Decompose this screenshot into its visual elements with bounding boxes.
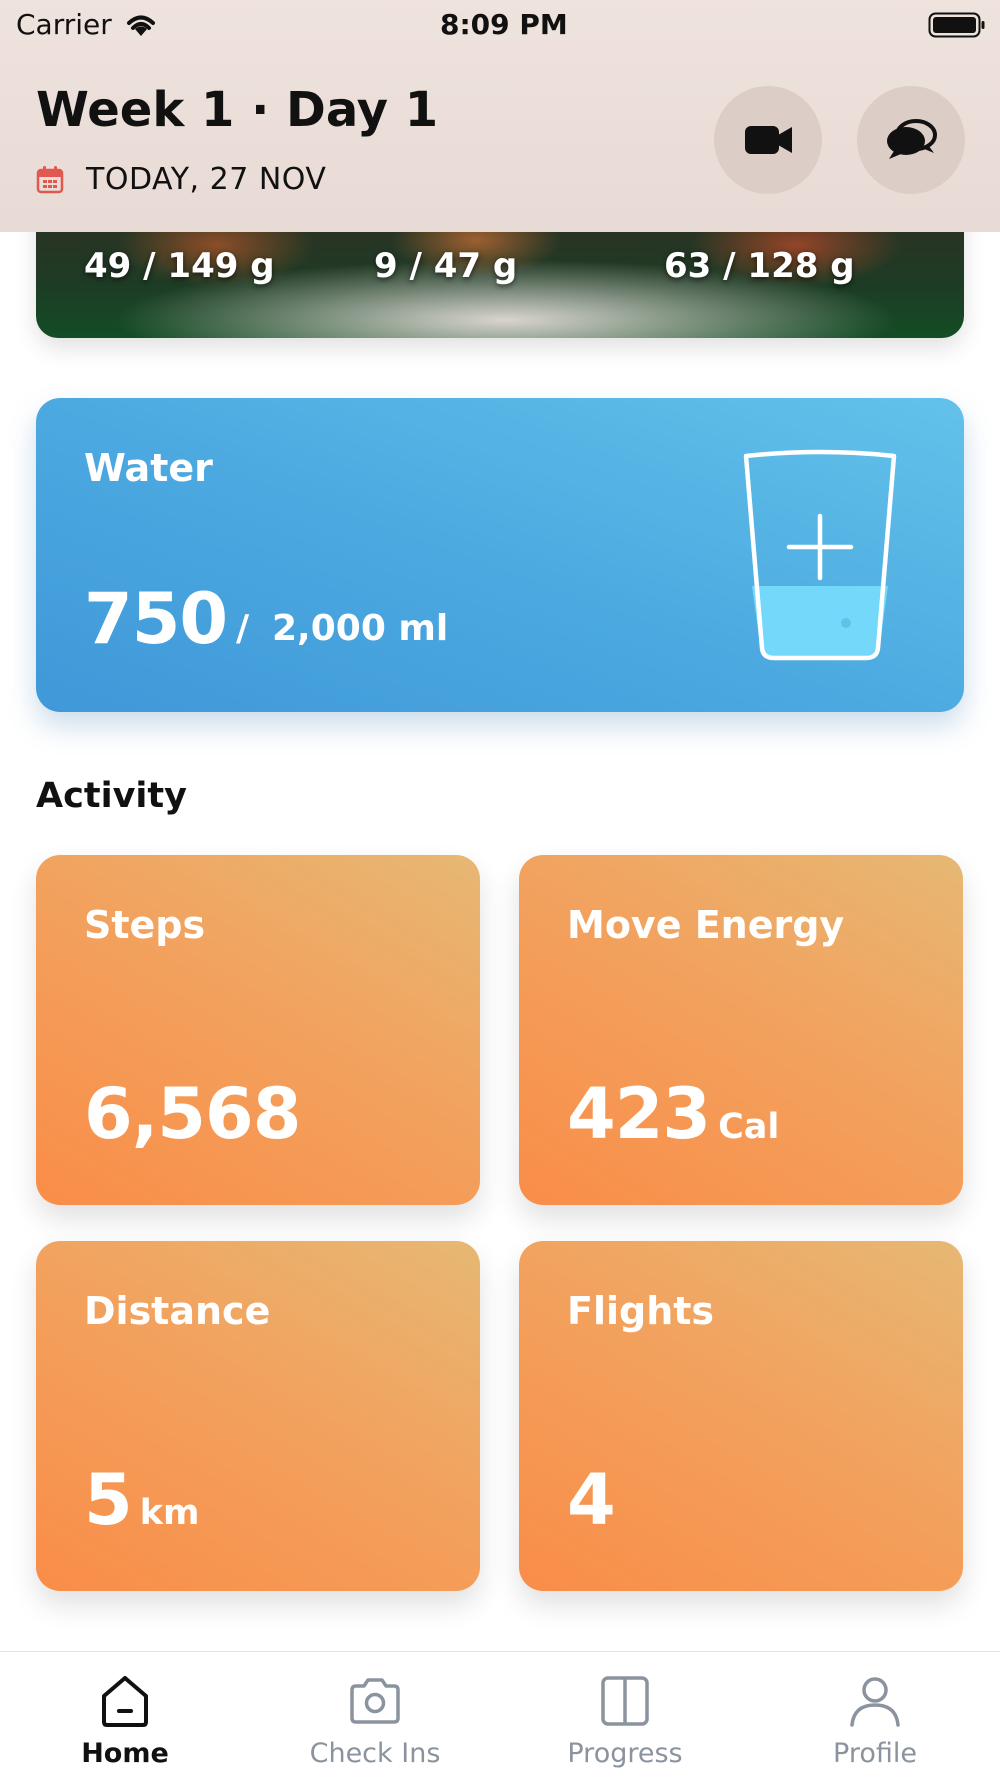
steps-value: 6,568 xyxy=(84,1073,301,1155)
scroll-content[interactable]: 49 / 149 g 9 / 47 g 63 / 128 g Water 750… xyxy=(0,0,1000,1778)
tab-home-label: Home xyxy=(81,1738,169,1769)
date-label: TODAY, 27 NOV xyxy=(86,162,327,197)
battery-icon xyxy=(928,12,985,38)
person-icon xyxy=(850,1677,900,1727)
macro-fat-value: 9 / 47 g xyxy=(374,246,518,286)
tab-check-ins[interactable]: Check Ins xyxy=(250,1666,500,1778)
steps-tile[interactable]: Steps 6,568 xyxy=(36,855,480,1205)
video-call-button[interactable] xyxy=(714,86,822,194)
status-carrier: Carrier xyxy=(16,8,112,41)
move-energy-value: 423 xyxy=(567,1073,711,1155)
move-energy-unit: Cal xyxy=(718,1107,780,1147)
steps-label: Steps xyxy=(84,903,206,947)
flights-value: 4 xyxy=(567,1459,616,1541)
split-panel-icon xyxy=(601,1676,649,1726)
tab-check-ins-label: Check Ins xyxy=(309,1738,441,1769)
wifi-icon xyxy=(127,15,155,36)
home-icon xyxy=(102,1676,148,1727)
header: Carrier 8:09 PM Week 1 · Day 1 TODAY, 27… xyxy=(0,0,1000,232)
chat-button[interactable] xyxy=(857,86,965,194)
water-card[interactable]: Water 750 / 2,000 ml xyxy=(36,398,964,712)
chat-bubbles-icon xyxy=(887,119,937,159)
water-glass-add-icon[interactable] xyxy=(740,448,900,664)
flights-label: Flights xyxy=(567,1289,715,1333)
page-title: Week 1 · Day 1 xyxy=(36,82,439,138)
activity-section-title: Activity xyxy=(36,776,187,816)
macro-carbs-value: 63 / 128 g xyxy=(664,246,855,286)
camera-icon xyxy=(350,1678,400,1724)
distance-label: Distance xyxy=(84,1289,271,1333)
status-time: 8:09 PM xyxy=(440,8,568,41)
macro-protein-value: 49 / 149 g xyxy=(84,246,275,286)
tab-bar: Home Check Ins Progress Profile xyxy=(0,1651,1000,1778)
distance-tile[interactable]: Distance 5 km xyxy=(36,1241,480,1591)
water-value: 750 xyxy=(84,578,228,660)
water-separator: / xyxy=(236,608,250,649)
tab-profile-label: Profile xyxy=(833,1738,917,1769)
tab-progress[interactable]: Progress xyxy=(500,1666,750,1778)
video-camera-icon xyxy=(745,126,792,154)
distance-value: 5 xyxy=(84,1459,133,1541)
tab-progress-label: Progress xyxy=(567,1738,683,1769)
flights-tile[interactable]: Flights 4 xyxy=(519,1241,963,1591)
water-title: Water xyxy=(84,446,213,490)
tab-profile[interactable]: Profile xyxy=(750,1666,1000,1778)
calendar-icon xyxy=(36,166,64,194)
distance-unit: km xyxy=(139,1493,200,1533)
move-energy-tile[interactable]: Move Energy 423 Cal xyxy=(519,855,963,1205)
water-goal: 2,000 ml xyxy=(272,608,449,649)
move-energy-label: Move Energy xyxy=(567,903,845,947)
tab-home[interactable]: Home xyxy=(0,1666,250,1778)
